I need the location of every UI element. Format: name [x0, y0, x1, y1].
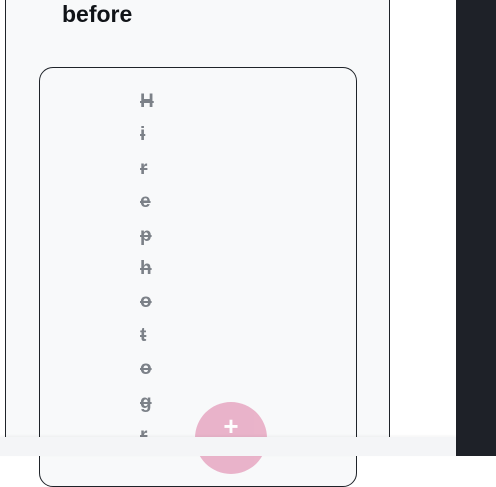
struck-letter: H	[140, 91, 154, 112]
bottom-bar	[0, 437, 456, 456]
struck-letter: e	[140, 191, 151, 213]
struck-letter: i	[140, 124, 146, 146]
struck-letter: o	[140, 358, 152, 380]
struck-letter: r	[140, 157, 148, 179]
struck-letter: t	[140, 324, 147, 346]
struck-letter: o	[140, 291, 152, 313]
struck-letter: h	[140, 257, 152, 279]
struck-letter: g	[140, 391, 152, 413]
plus-icon: +	[223, 411, 239, 441]
dark-side-panel	[456, 0, 496, 456]
page-heading: before	[62, 1, 133, 27]
struck-letter: p	[140, 224, 152, 246]
struck-letter-column: H i r e p h o t o g r	[140, 88, 164, 455]
